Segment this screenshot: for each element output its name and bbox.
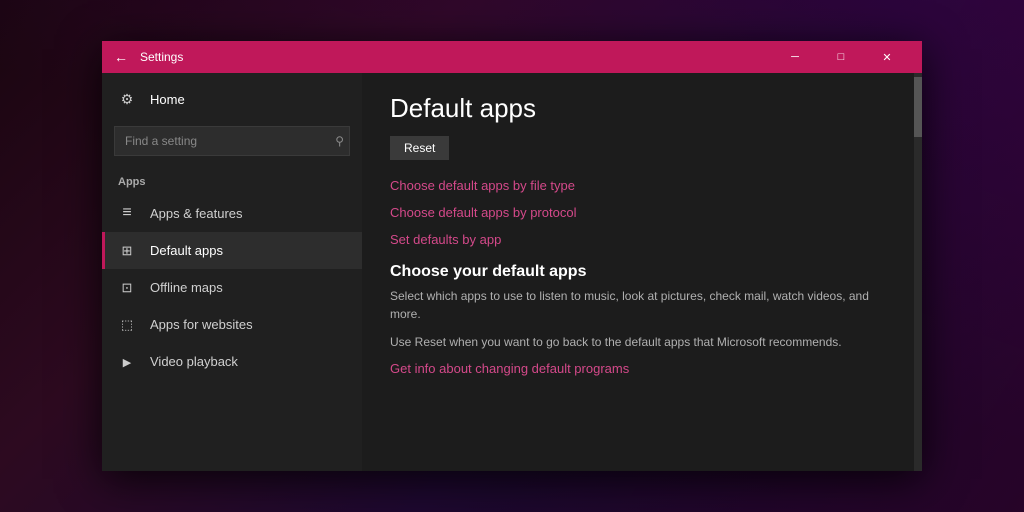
default-apps-icon: [118, 242, 136, 259]
offline-maps-label: Offline maps: [150, 280, 223, 295]
section-description-2: Use Reset when you want to go back to th…: [390, 333, 890, 351]
offline-maps-icon: [118, 279, 136, 296]
settings-window: ← Settings ─ □ ✕ Home Apps: [102, 41, 922, 471]
apps-features-label: Apps & features: [150, 206, 243, 221]
search-icon[interactable]: [335, 134, 344, 148]
info-link[interactable]: Get info about changing default programs: [390, 361, 894, 376]
close-button[interactable]: ✕: [864, 41, 910, 73]
section-label: Apps: [102, 172, 362, 194]
reset-button[interactable]: Reset: [390, 136, 449, 160]
search-input[interactable]: [114, 126, 350, 156]
main-area: Home Apps Apps & features Default apps: [102, 73, 922, 471]
titlebar: ← Settings ─ □ ✕: [102, 41, 922, 73]
apps-websites-icon: [118, 316, 136, 333]
apps-features-icon: [118, 204, 136, 222]
default-apps-label: Default apps: [150, 243, 223, 258]
page-title: Default apps: [390, 93, 894, 124]
home-label: Home: [150, 92, 185, 107]
sidebar-item-home[interactable]: Home: [102, 81, 362, 118]
search-container: [114, 126, 350, 156]
sidebar-item-default-apps[interactable]: Default apps: [102, 232, 362, 269]
window-title: Settings: [140, 50, 772, 64]
sidebar-item-offline-maps[interactable]: Offline maps: [102, 269, 362, 306]
video-playback-label: Video playback: [150, 354, 238, 369]
link-by-file-type[interactable]: Choose default apps by file type: [390, 178, 894, 193]
back-button[interactable]: ←: [114, 49, 128, 65]
scrollbar[interactable]: [914, 73, 922, 471]
choose-defaults-title: Choose your default apps: [390, 263, 894, 281]
sidebar-item-apps-features[interactable]: Apps & features: [102, 194, 362, 232]
home-icon: [118, 91, 136, 108]
sidebar: Home Apps Apps & features Default apps: [102, 73, 362, 471]
window-controls: ─ □ ✕: [772, 41, 910, 73]
content-area: Default apps Reset Choose default apps b…: [362, 73, 922, 471]
minimize-button[interactable]: ─: [772, 41, 818, 73]
maximize-button[interactable]: □: [818, 41, 864, 73]
video-playback-icon: [118, 353, 136, 369]
link-set-defaults[interactable]: Set defaults by app: [390, 232, 894, 247]
link-by-protocol[interactable]: Choose default apps by protocol: [390, 205, 894, 220]
scrollbar-thumb[interactable]: [914, 77, 922, 137]
sidebar-item-video-playback[interactable]: Video playback: [102, 343, 362, 379]
section-description-1: Select which apps to use to listen to mu…: [390, 287, 890, 323]
apps-websites-label: Apps for websites: [150, 317, 253, 332]
sidebar-item-apps-websites[interactable]: Apps for websites: [102, 306, 362, 343]
